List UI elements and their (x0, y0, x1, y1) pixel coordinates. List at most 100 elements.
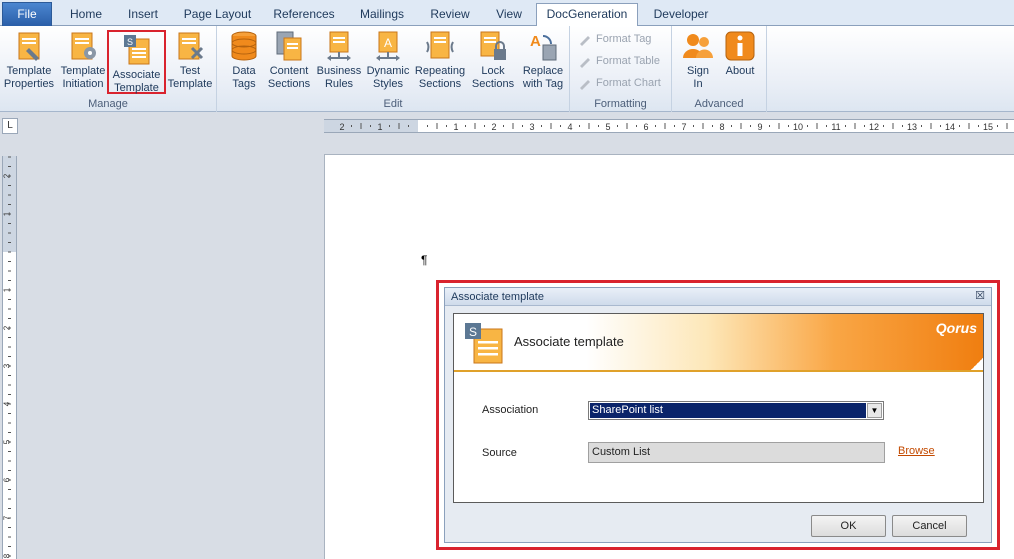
format-table-icon (580, 58, 590, 69)
content-sections-button[interactable]: Content Sections (265, 28, 313, 94)
template-properties-icon (18, 32, 40, 61)
association-label: Association (482, 404, 539, 416)
ruler-label: 14 (945, 122, 955, 132)
about-button[interactable]: About (720, 28, 760, 94)
lock-icon (480, 31, 506, 60)
dynamic-styles-button[interactable]: A Dynamic Styles (365, 28, 411, 94)
vertical-ruler[interactable]: 2 1 1 2 3 4 5 6 7 8 (2, 156, 17, 559)
ruler-label: 5 (605, 122, 610, 132)
tab-references[interactable]: References (266, 4, 342, 26)
repeating-sections-button[interactable]: Repeating Sections (413, 28, 467, 94)
ruler-label: 4 (3, 401, 12, 406)
dynamic-styles-icon: A (376, 31, 400, 61)
data-tags-button[interactable]: Data Tags (227, 28, 261, 94)
ruler-label: 3 (529, 122, 534, 132)
svg-text:A: A (384, 36, 392, 50)
users-icon (683, 34, 713, 58)
ruler-label: 15 (983, 122, 993, 132)
test-template-button[interactable]: Test Template (166, 28, 214, 94)
template-properties-button[interactable]: Template Properties (2, 28, 56, 94)
svg-text:A: A (530, 33, 541, 50)
replace-with-tag-button[interactable]: A Replace with Tag (519, 28, 567, 94)
ruler-label: 3 (3, 363, 12, 368)
format-chart-button[interactable]: Format Chart (578, 73, 661, 93)
ribbon: Template Properties Template Initiation … (0, 26, 1014, 112)
ruler-label: 8 (3, 553, 12, 558)
close-icon[interactable]: ☒ (973, 289, 987, 303)
ruler-label: 1 (377, 122, 382, 132)
tab-page-layout[interactable]: Page Layout (180, 4, 255, 26)
ruler-label: 5 (3, 439, 12, 444)
ok-button[interactable]: OK (811, 515, 886, 537)
browse-link[interactable]: Browse (898, 445, 935, 457)
associate-template-icon: S (465, 323, 503, 364)
lock-sections-button[interactable]: Lock Sections (469, 28, 517, 94)
source-label: Source (482, 447, 517, 459)
associate-template-button[interactable]: S Associate Template (107, 30, 166, 94)
ruler-label: 9 (757, 122, 762, 132)
cancel-button[interactable]: Cancel (892, 515, 967, 537)
ruler-label: 11 (831, 122, 840, 132)
dialog-content: S Associate template Qorus Association S… (453, 313, 984, 503)
format-table-button[interactable]: Format Table (578, 51, 660, 71)
tab-selector[interactable]: L (2, 118, 18, 134)
business-rules-icon (327, 31, 351, 61)
dialog-title: Associate template (451, 291, 544, 303)
associate-template-dialog: Associate template ☒ S Associate templat… (444, 287, 992, 543)
chevron-down-icon[interactable]: ▼ (867, 403, 882, 418)
tab-review[interactable]: Review (424, 4, 476, 26)
svg-text:S: S (126, 37, 132, 47)
dialog-title-bar[interactable]: Associate template ☒ (445, 288, 991, 306)
ruler-label: 8 (719, 122, 724, 132)
ruler-label: 2 (339, 122, 344, 132)
ruler-label: 7 (3, 515, 12, 520)
ruler-label: 1 (3, 287, 12, 292)
replace-with-tag-icon: A (530, 33, 557, 61)
ruler-label: 6 (3, 477, 12, 482)
tab-insert[interactable]: Insert (118, 4, 168, 26)
banner-corner (971, 358, 983, 370)
group-manage: Template Properties Template Initiation … (0, 26, 217, 112)
database-icon (231, 31, 257, 61)
svg-text:S: S (469, 325, 477, 339)
dialog-banner: S Associate template Qorus (454, 314, 983, 372)
content-sections-icon (276, 31, 302, 61)
group-label-advanced: Advanced (694, 98, 744, 110)
format-tag-button[interactable]: Format Tag (578, 29, 651, 49)
association-select[interactable]: SharePoint list ▼ (588, 401, 884, 420)
group-label-manage: Manage (88, 98, 128, 110)
sign-in-button[interactable]: Sign In (680, 28, 716, 94)
group-formatting: Format Tag Format Table Format Chart For… (570, 26, 672, 112)
tab-mailings[interactable]: Mailings (352, 4, 412, 26)
tab-view[interactable]: View (488, 4, 530, 26)
brand-logo: Qorus (935, 320, 977, 336)
text-cursor: ¶ (421, 253, 428, 267)
ruler-label: 4 (567, 122, 572, 132)
association-selected-value: SharePoint list (590, 403, 866, 418)
ruler-label: 2 (3, 325, 12, 330)
horizontal-ruler[interactable]: 2 1 1 2 3 4 5 6 7 8 9 10 11 12 13 14 15 (324, 119, 1014, 133)
banner-title: Associate template (514, 334, 624, 349)
ruler-label: 10 (793, 122, 803, 132)
tab-docgeneration[interactable]: DocGeneration (536, 3, 638, 27)
group-advanced: Sign In About Advanced (672, 26, 767, 112)
group-edit: Data Tags Content Sections Business Rule… (217, 26, 570, 112)
tab-file[interactable]: File (2, 2, 52, 26)
tab-home[interactable]: Home (62, 4, 110, 26)
ribbon-tab-bar: File Home Insert Page Layout References … (0, 0, 1014, 27)
template-initiation-icon (71, 32, 96, 60)
associate-template-icon: S (123, 35, 149, 65)
info-icon (725, 31, 755, 61)
ruler-label: 1 (453, 122, 458, 132)
group-label-edit: Edit (383, 98, 403, 110)
repeating-sections-icon (426, 31, 454, 59)
ruler-label: 1 (3, 211, 12, 216)
ruler-row: L 2 1 1 2 3 4 5 6 7 8 9 10 11 12 13 14 15 (0, 113, 1014, 139)
source-field[interactable]: Custom List (588, 442, 885, 463)
group-label-formatting: Formatting (594, 98, 647, 110)
business-rules-button[interactable]: Business Rules (315, 28, 363, 94)
ruler-label: 6 (643, 122, 648, 132)
ruler-label: 2 (491, 122, 496, 132)
template-initiation-button[interactable]: Template Initiation (58, 28, 108, 94)
tab-developer[interactable]: Developer (646, 4, 716, 26)
